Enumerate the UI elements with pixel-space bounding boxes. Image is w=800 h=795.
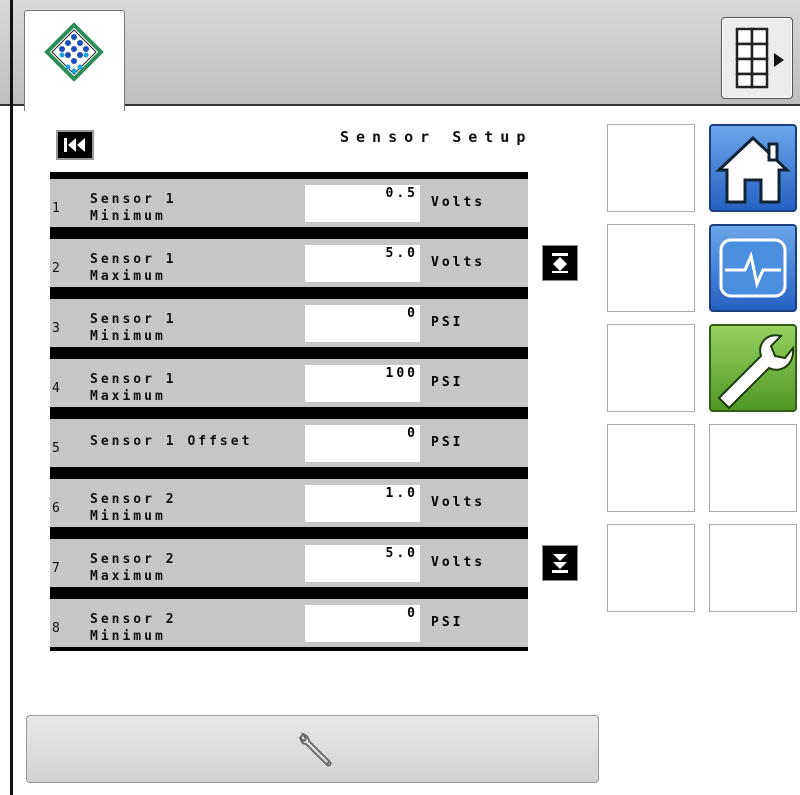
empty-slot[interactable] xyxy=(709,424,797,512)
scroll-to-bottom-icon xyxy=(552,554,568,573)
row-unit: PSI xyxy=(431,375,464,390)
row-number: 3 xyxy=(52,321,60,336)
home-tab[interactable] xyxy=(24,10,125,111)
row-unit: PSI xyxy=(431,435,464,450)
scroll-top-button[interactable] xyxy=(542,245,578,281)
value-field[interactable]: 0 xyxy=(305,425,420,462)
skip-to-start-icon xyxy=(64,138,85,152)
row-unit: PSI xyxy=(431,315,464,330)
row-number: 6 xyxy=(52,501,60,516)
row-unit: Volts xyxy=(431,255,486,270)
empty-slot[interactable] xyxy=(709,524,797,612)
home-icon xyxy=(715,135,791,204)
rewind-button[interactable] xyxy=(56,130,94,160)
row-label: Sensor 1 Minimum xyxy=(90,312,177,344)
table-row[interactable]: 7 Sensor 2 Maximum 5.0 Volts xyxy=(50,539,528,587)
value-field[interactable]: 0.5 xyxy=(305,185,420,222)
empty-slot[interactable] xyxy=(607,324,695,412)
menu-button[interactable] xyxy=(721,17,793,99)
table-row[interactable]: 4 Sensor 1 Maximum 100 PSI xyxy=(50,359,528,407)
page-title: Sensor Setup xyxy=(340,128,533,146)
row-label: Sensor 2 Minimum xyxy=(90,492,177,524)
empty-slot[interactable] xyxy=(607,124,695,212)
value-field[interactable]: 0 xyxy=(305,305,420,342)
table-row[interactable]: 3 Sensor 1 Minimum 0 PSI xyxy=(50,299,528,347)
row-label: Sensor 1 Maximum xyxy=(90,372,177,404)
left-border xyxy=(10,106,13,795)
diagnostics-button[interactable] xyxy=(709,224,797,312)
value-field[interactable]: 0 xyxy=(305,605,420,642)
row-label: Sensor 1 Minimum xyxy=(90,192,177,224)
scroll-to-top-icon xyxy=(552,253,568,273)
diamond-dots-logo-icon xyxy=(44,22,104,82)
settings-table: 1 Sensor 1 Minimum 0.5 Volts 2 Sensor 1 … xyxy=(50,172,528,651)
empty-slot[interactable] xyxy=(607,524,695,612)
table-row[interactable]: 2 Sensor 1 Maximum 5.0 Volts xyxy=(50,239,528,287)
row-label: Sensor 1 Offset xyxy=(90,434,253,449)
grid-menu-icon xyxy=(735,27,784,89)
row-number: 7 xyxy=(52,561,60,576)
value-field[interactable]: 5.0 xyxy=(305,545,420,582)
value-field[interactable]: 5.0 xyxy=(305,245,420,282)
tools-bar-button[interactable] xyxy=(26,715,599,783)
scroll-bottom-button[interactable] xyxy=(542,545,578,581)
table-row[interactable]: 5 Sensor 1 Offset 0 PSI xyxy=(50,419,528,467)
left-border-top xyxy=(10,0,13,106)
row-label: Sensor 2 Minimum xyxy=(90,612,177,644)
row-number: 2 xyxy=(52,261,60,276)
wrench-icon xyxy=(717,334,795,410)
table-row[interactable]: 6 Sensor 2 Minimum 1.0 Volts xyxy=(50,479,528,527)
tools-button[interactable] xyxy=(709,324,797,412)
row-number: 1 xyxy=(52,201,60,216)
row-unit: Volts xyxy=(431,495,486,510)
row-label: Sensor 2 Maximum xyxy=(90,552,177,584)
row-unit: PSI xyxy=(431,615,464,630)
table-row[interactable]: 8 Sensor 2 Minimum 0 PSI xyxy=(50,599,528,647)
wrench-icon xyxy=(298,732,332,767)
row-unit: Volts xyxy=(431,555,486,570)
table-row[interactable]: 1 Sensor 1 Minimum 0.5 Volts xyxy=(50,179,528,227)
value-field[interactable]: 1.0 xyxy=(305,485,420,522)
pulse-monitor-icon xyxy=(719,238,787,298)
value-field[interactable]: 100 xyxy=(305,365,420,402)
row-label: Sensor 1 Maximum xyxy=(90,252,177,284)
empty-slot[interactable] xyxy=(607,224,695,312)
row-number: 5 xyxy=(52,441,60,456)
row-number: 8 xyxy=(52,621,60,636)
row-number: 4 xyxy=(52,381,60,396)
empty-slot[interactable] xyxy=(607,424,695,512)
row-unit: Volts xyxy=(431,195,486,210)
home-button[interactable] xyxy=(709,124,797,212)
